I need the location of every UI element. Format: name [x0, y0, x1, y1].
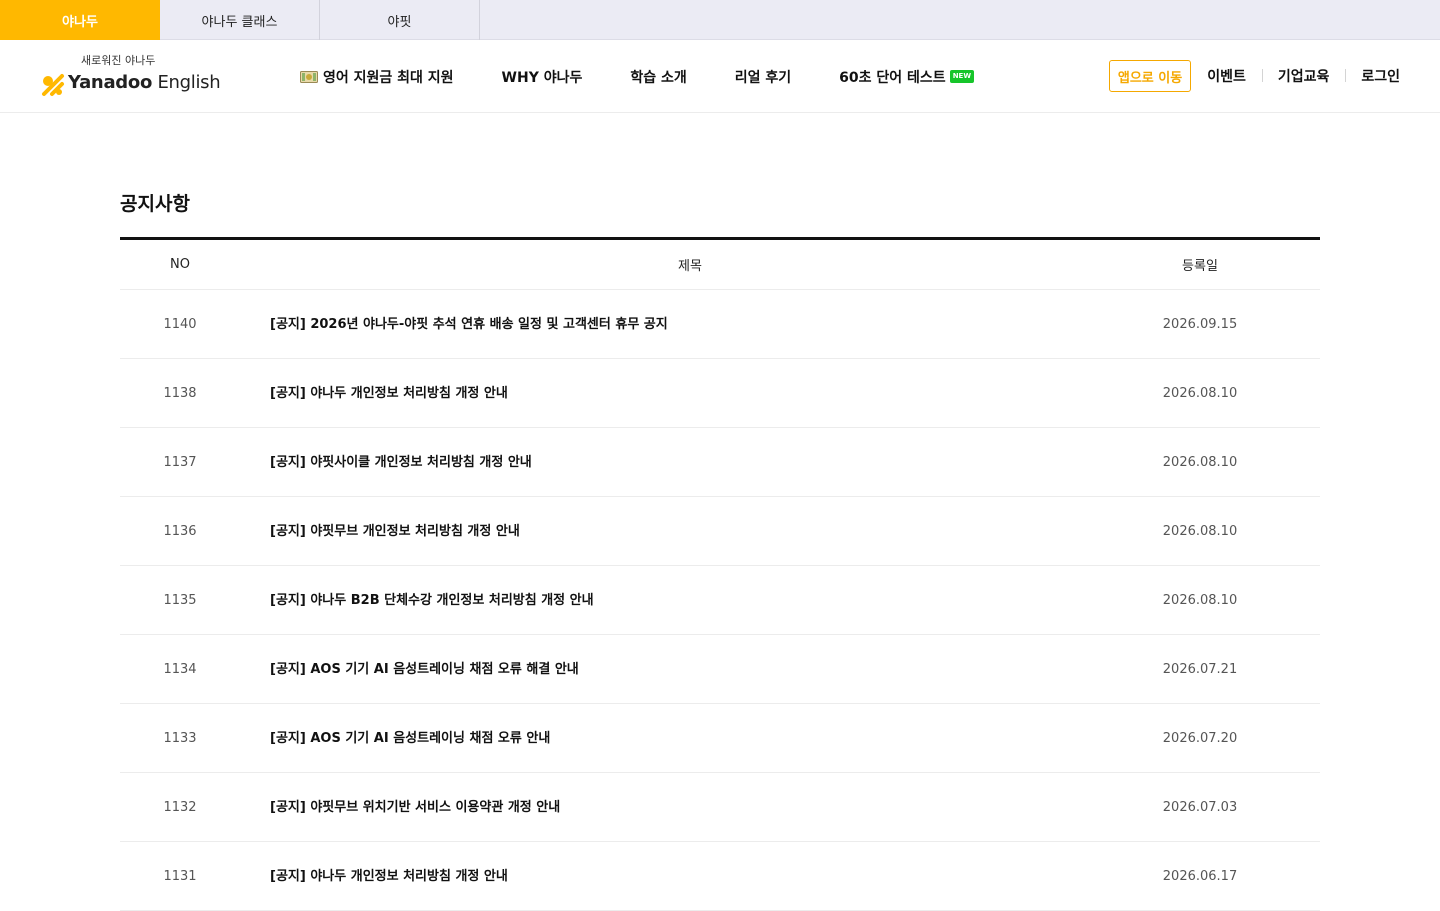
notice-title: [공지] 야나두 개인정보 처리방침 개정 안내 — [270, 386, 508, 401]
login-link[interactable]: 로그인 — [1345, 66, 1400, 86]
table-row[interactable]: 1140 [공지] 2026년 야나두-야핏 추석 연휴 배송 일정 및 고객센터… — [120, 290, 1320, 359]
column-header-no: NO — [170, 257, 190, 272]
notice-title: [공지] AOS 기기 AI 음성트레이닝 채점 오류 안내 — [270, 731, 551, 746]
logo-tagline: 새로워진 야나두 — [81, 54, 156, 67]
notice-number: 1138 — [163, 385, 197, 401]
notice-number: 1134 — [163, 661, 197, 677]
notice-number: 1140 — [163, 316, 197, 332]
service-tab-yafit[interactable]: 야핏 — [320, 0, 480, 40]
notice-title: [공지] 야나두 B2B 단체수강 개인정보 처리방침 개정 안내 — [270, 593, 594, 608]
events-link[interactable]: 이벤트 — [1191, 66, 1262, 86]
money-icon — [300, 70, 318, 83]
nav-60s-word-test[interactable]: 60초 단어 테스트 NEW — [839, 67, 975, 87]
notice-date: 2026.08.10 — [1162, 454, 1238, 470]
column-header-date: 등록일 — [1182, 259, 1218, 274]
notice-date: 2026.07.03 — [1162, 799, 1238, 815]
service-tab-yanadoo-class[interactable]: 야나두 클래스 — [160, 0, 320, 40]
notice-title: [공지] 야나두 개인정보 처리방침 개정 안내 — [270, 869, 508, 884]
notice-title: [공지] AOS 기기 AI 음성트레이닝 채점 오류 해결 안내 — [270, 662, 579, 677]
notice-table: NO 제목 등록일 1140 [공지] 2026년 야나두-야핏 추석 연휴 배송… — [120, 237, 1320, 911]
notice-title: [공지] 야핏무브 위치기반 서비스 이용약관 개정 안내 — [270, 800, 561, 815]
nav-why-yanadoo[interactable]: WHY 야나두 — [502, 67, 583, 87]
table-row[interactable]: 1135 [공지] 야나두 B2B 단체수강 개인정보 처리방침 개정 안내 202… — [120, 566, 1320, 635]
column-header-title: 제목 — [678, 259, 702, 274]
main-navigation: 영어 지원금 최대 지원 WHY 야나두 학습 소개 리얼 후기 60초 단어 … — [300, 40, 975, 113]
logo-wordmark: Yanadoo English — [68, 72, 221, 93]
notice-title: [공지] 야핏사이클 개인정보 처리방침 개정 안내 — [270, 455, 532, 470]
notice-number: 1132 — [163, 799, 197, 815]
table-row[interactable]: 1131 [공지] 야나두 개인정보 처리방침 개정 안내 2026.06.17 — [120, 842, 1320, 911]
nav-real-reviews[interactable]: 리얼 후기 — [735, 67, 791, 87]
nav-english-subsidy-label: 영어 지원금 최대 지원 — [323, 69, 454, 86]
utility-menu: 앱으로 이동 이벤트 기업교육 로그인 — [1108, 60, 1400, 92]
nav-english-subsidy[interactable]: 영어 지원금 최대 지원 — [300, 67, 454, 87]
table-row[interactable]: 1137 [공지] 야핏사이클 개인정보 처리방침 개정 안내 2026.08.10 — [120, 428, 1320, 497]
table-row[interactable]: 1132 [공지] 야핏무브 위치기반 서비스 이용약관 개정 안내 2026.07… — [120, 773, 1320, 842]
service-tab-bar: 야나두 야나두 클래스 야핏 — [0, 0, 1440, 40]
yanadoo-logo-icon — [42, 74, 64, 96]
notice-number: 1135 — [163, 592, 197, 608]
service-tab-yanadoo[interactable]: 야나두 — [0, 0, 160, 40]
notice-date: 2026.08.10 — [1162, 523, 1238, 539]
notice-title: [공지] 야핏무브 개인정보 처리방침 개정 안내 — [270, 524, 520, 539]
new-badge: NEW — [949, 70, 975, 83]
yanadoo-english-logo[interactable]: 새로워진 야나두 Yanadoo English — [40, 52, 221, 102]
notice-date: 2026.06.17 — [1162, 868, 1238, 884]
site-header: 새로워진 야나두 Yanadoo English 영어 지원금 최대 지원 WH… — [0, 40, 1440, 113]
table-row[interactable]: 1138 [공지] 야나두 개인정보 처리방침 개정 안내 2026.08.10 — [120, 359, 1320, 428]
logo-brand-bold: Yanadoo — [68, 72, 153, 93]
notice-date: 2026.08.10 — [1162, 385, 1238, 401]
notice-number: 1131 — [163, 868, 197, 884]
notice-date: 2026.08.10 — [1162, 592, 1238, 608]
notice-number: 1136 — [163, 523, 197, 539]
notice-date: 2026.07.20 — [1162, 730, 1238, 746]
nav-learning-intro[interactable]: 학습 소개 — [630, 67, 686, 87]
nav-60s-word-test-label: 60초 단어 테스트 — [839, 69, 946, 86]
table-row[interactable]: 1136 [공지] 야핏무브 개인정보 처리방침 개정 안내 2026.08.10 — [120, 497, 1320, 566]
notice-title: [공지] 2026년 야나두-야핏 추석 연휴 배송 일정 및 고객센터 휴무 … — [270, 317, 668, 332]
notice-board: 공지사항 NO 제목 등록일 1140 [공지] 2026년 야나두-야핏 추석 … — [120, 190, 1320, 911]
notice-number: 1133 — [163, 730, 197, 746]
notice-date: 2026.07.21 — [1162, 661, 1238, 677]
table-row[interactable]: 1133 [공지] AOS 기기 AI 음성트레이닝 채점 오류 안내 2026.0… — [120, 704, 1320, 773]
table-header: NO 제목 등록일 — [120, 240, 1320, 290]
table-row[interactable]: 1134 [공지] AOS 기기 AI 음성트레이닝 채점 오류 해결 안내 202… — [120, 635, 1320, 704]
corporate-education-link[interactable]: 기업교육 — [1261, 66, 1346, 86]
notice-date: 2026.09.15 — [1162, 316, 1238, 332]
page-title: 공지사항 — [120, 193, 190, 215]
go-to-app-button[interactable]: 앱으로 이동 — [1108, 60, 1192, 92]
logo-brand-light: English — [157, 72, 221, 93]
notice-number: 1137 — [163, 454, 197, 470]
